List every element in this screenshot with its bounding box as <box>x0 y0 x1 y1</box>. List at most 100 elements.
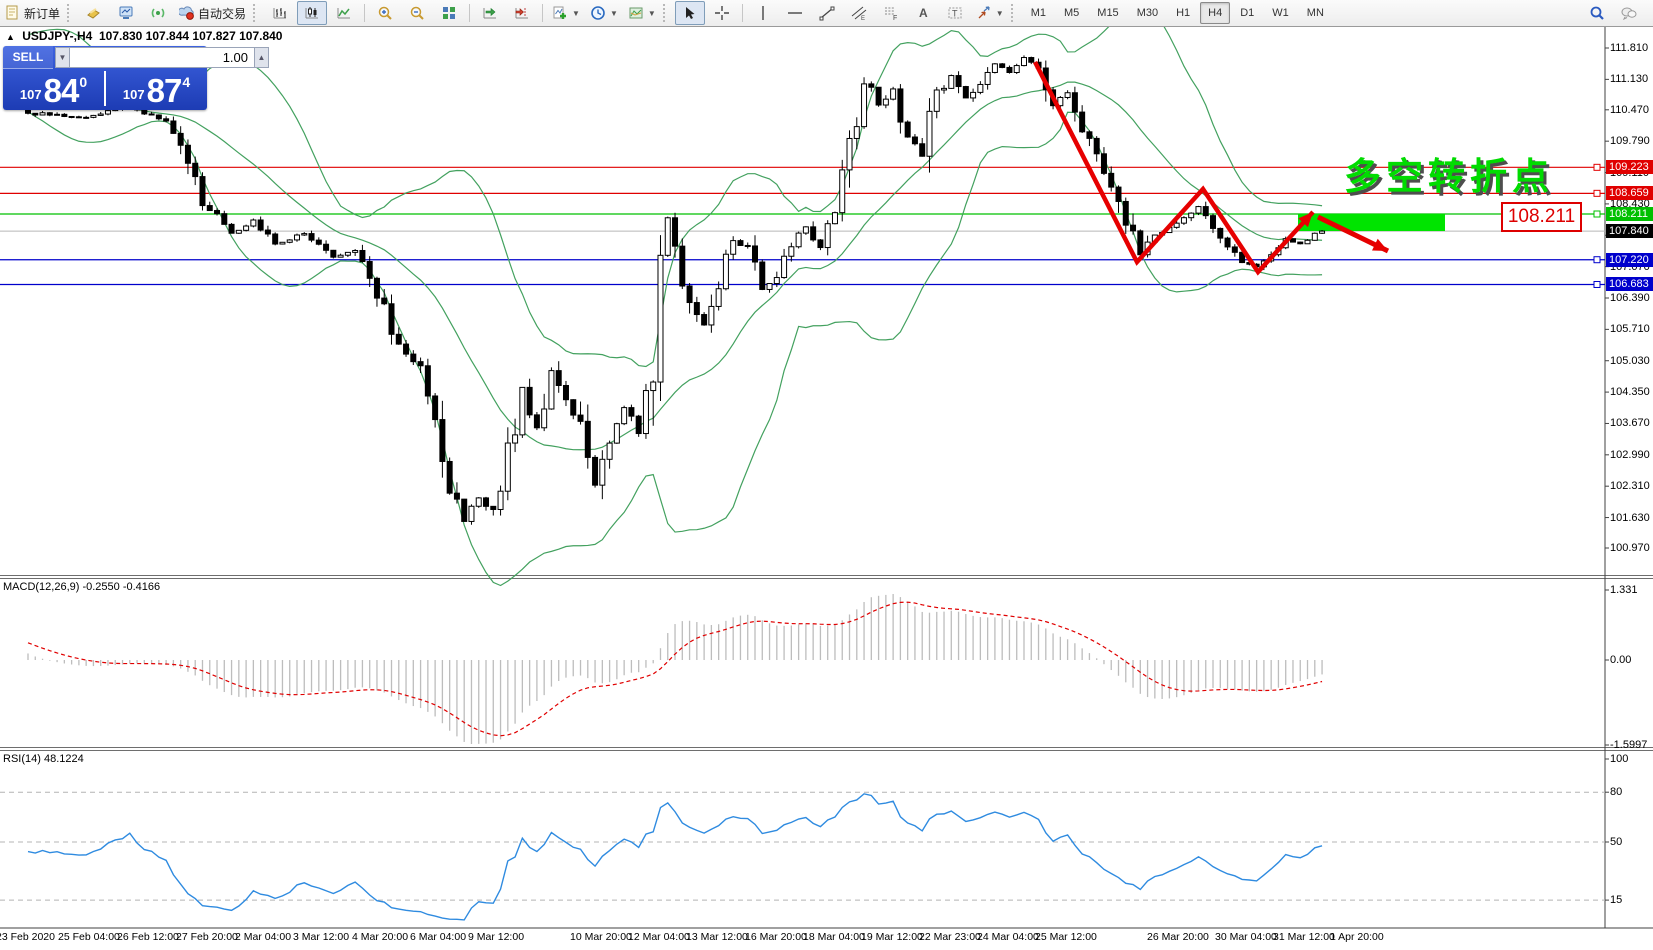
bid-price[interactable]: 107 84 0 <box>3 69 104 109</box>
tf-button-W1[interactable]: W1 <box>1264 2 1297 24</box>
fibonacci-button[interactable]: F <box>876 1 906 25</box>
time-axis-label: 30 Mar 04:00 <box>1215 931 1277 943</box>
text-button[interactable]: A <box>908 1 938 25</box>
price-tick-label: 100.970 <box>1610 542 1650 554</box>
time-axis-label: 9 Mar 12:00 <box>468 931 524 943</box>
horizontal-line-icon <box>787 5 803 21</box>
volume-input[interactable] <box>70 47 254 68</box>
tf-button-M30[interactable]: M30 <box>1129 2 1166 24</box>
macd-indicator-label: MACD(12,26,9) -0.2550 -0.4166 <box>3 581 160 593</box>
toolbar-separator <box>742 4 743 22</box>
zoom-out-button[interactable] <box>402 1 432 25</box>
autotrading-button[interactable]: 自动交易 <box>175 1 250 25</box>
zoom-in-icon <box>377 5 393 21</box>
tf-button-M1[interactable]: M1 <box>1023 2 1054 24</box>
candlestick-chart[interactable] <box>0 0 1653 950</box>
time-axis-label: 18 Mar 04:00 <box>803 931 865 943</box>
rsi-tick-label: 80 <box>1610 786 1622 798</box>
arrows-icon <box>976 5 992 21</box>
new-order-label: 新订单 <box>24 5 60 22</box>
sell-button[interactable]: SELL <box>3 46 53 69</box>
time-axis-label: 13 Mar 12:00 <box>686 931 748 943</box>
periods-button[interactable]: ▼ <box>586 1 622 25</box>
price-tag: 107.220 <box>1606 253 1653 267</box>
templates-button[interactable]: ▼ <box>624 1 660 25</box>
price-tick-label: 111.810 <box>1610 42 1648 54</box>
tf-button-M5[interactable]: M5 <box>1056 2 1087 24</box>
dropdown-caret-icon: ▼ <box>572 9 580 18</box>
network-button[interactable] <box>143 1 173 25</box>
price-tick-label: 111.130 <box>1610 73 1648 85</box>
indicators-button[interactable]: ▼ <box>548 1 584 25</box>
zoom-in-button[interactable] <box>370 1 400 25</box>
turning-point-annotation[interactable]: 多空转折点 <box>1344 146 1554 200</box>
search-button[interactable] <box>1582 1 1612 25</box>
time-axis-label: 16 Mar 20:00 <box>745 931 807 943</box>
price-tick-label: 101.630 <box>1610 512 1650 524</box>
bid-pipette: 0 <box>79 74 87 90</box>
search-icon <box>1589 5 1605 21</box>
cursor-icon <box>682 5 698 21</box>
tf-button-H4[interactable]: H4 <box>1200 2 1230 24</box>
bar-chart-button[interactable] <box>265 1 295 25</box>
price-tick-label: 110.470 <box>1610 104 1649 116</box>
time-axis-label: 27 Feb 20:00 <box>176 931 238 943</box>
arrows-button[interactable]: ▼ <box>972 1 1008 25</box>
crosshair-icon <box>714 5 730 21</box>
price-tick-label: 105.030 <box>1610 355 1650 367</box>
price-tag: 106.683 <box>1606 277 1653 291</box>
auto-scroll-button[interactable] <box>475 1 505 25</box>
network-icon <box>150 5 166 21</box>
tf-button-MN[interactable]: MN <box>1299 2 1332 24</box>
line-chart-icon <box>336 5 352 21</box>
rsi-tick-label: 15 <box>1610 894 1622 906</box>
bid-big-digits: 84 <box>44 76 79 106</box>
line-chart-button[interactable] <box>329 1 359 25</box>
toolbar-grip <box>1011 4 1018 22</box>
ask-big-digits: 87 <box>147 76 182 106</box>
chart-shift-button[interactable] <box>507 1 537 25</box>
time-axis-label: 25 Feb 04:00 <box>58 931 120 943</box>
horizontal-line-button[interactable] <box>780 1 810 25</box>
volume-down-button[interactable]: ▼ <box>55 47 70 68</box>
collapse-arrow-icon: ▲ <box>6 32 15 42</box>
chart-shift-icon <box>514 5 530 21</box>
tf-button-D1[interactable]: D1 <box>1232 2 1262 24</box>
buy-button[interactable]: BUY <box>271 46 321 69</box>
price-tag: 107.840 <box>1606 224 1653 238</box>
time-axis-label: 1 Apr 20:00 <box>1330 931 1384 943</box>
time-axis-label: 24 Mar 04:00 <box>977 931 1039 943</box>
trendline-button[interactable] <box>812 1 842 25</box>
tf-button-M15[interactable]: M15 <box>1089 2 1126 24</box>
one-click-trading-panel: SELL ▼ ▲ BUY 107 84 0 107 87 4 <box>3 46 207 110</box>
tf-button-H1[interactable]: H1 <box>1168 2 1198 24</box>
crosshair-button[interactable] <box>707 1 737 25</box>
toolbar-grip <box>67 4 74 22</box>
bar-chart-icon <box>272 5 288 21</box>
ask-pipette: 4 <box>182 74 190 90</box>
terminal-icon <box>118 5 134 21</box>
rsi-tick-label: 50 <box>1610 836 1622 848</box>
vertical-line-button[interactable] <box>748 1 778 25</box>
level-callout-label[interactable]: 108.211 <box>1501 202 1582 232</box>
toolbar-grip <box>253 4 260 22</box>
price-tick-label: 102.310 <box>1610 480 1650 492</box>
new-order-button[interactable]: 新订单 <box>1 1 64 25</box>
toolbar: 新订单 自动交易 <box>0 0 1653 27</box>
time-axis-label: 25 Mar 12:00 <box>1035 931 1097 943</box>
price-tick-label: 106.390 <box>1610 292 1650 304</box>
tile-windows-button[interactable] <box>434 1 464 25</box>
volume-up-button[interactable]: ▲ <box>254 47 269 68</box>
chat-button[interactable] <box>1614 1 1644 25</box>
timeframe-group: M1M5M15M30H1H4D1W1MN <box>1022 2 1333 24</box>
terminal-button[interactable] <box>111 1 141 25</box>
candlestick-button[interactable] <box>297 1 327 25</box>
time-axis-label: 31 Mar 12:00 <box>1273 931 1335 943</box>
time-axis-label: 3 Mar 12:00 <box>293 931 349 943</box>
text-label-button[interactable]: T <box>940 1 970 25</box>
journal-button[interactable] <box>79 1 109 25</box>
channel-button[interactable]: E <box>844 1 874 25</box>
macd-tick-label: 0.00 <box>1610 654 1631 666</box>
ask-price[interactable]: 107 87 4 <box>106 69 207 109</box>
cursor-button[interactable] <box>675 1 705 25</box>
